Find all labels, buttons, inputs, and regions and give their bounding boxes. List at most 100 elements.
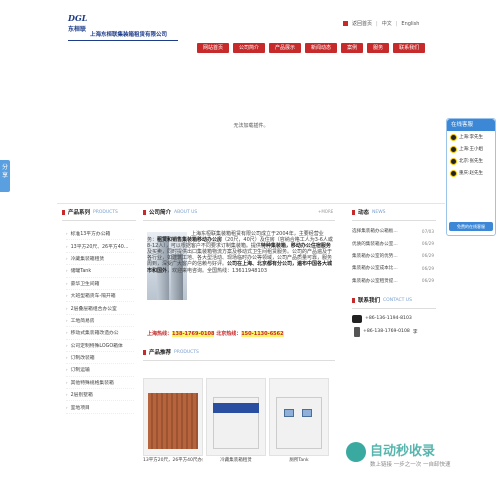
qq-icon (450, 133, 457, 141)
bullet-icon (143, 209, 146, 215)
list-item-label: 豪华卫生间箱 (70, 281, 100, 287)
list-item[interactable]: › 订制改装箱 (66, 352, 134, 365)
hotline-label: 上海热线： (147, 331, 173, 337)
arrow-icon: › (66, 231, 68, 237)
watermark-logo-icon (346, 442, 366, 462)
top-links: 返回首页 | 中文 | English (343, 20, 419, 27)
arrow-icon: › (66, 392, 68, 398)
watermark-subtitle: 数上链接 一步之一次 一自卸快速 (370, 462, 451, 468)
window-shape (302, 409, 312, 417)
service-item[interactable]: 上海:王小姐 (447, 143, 495, 155)
featured-product[interactable]: 13平方20尺，26平方40尺办公箱 (143, 378, 203, 466)
contact-title: 联系我们 (358, 298, 381, 304)
news-item-title: 集装箱办公室成本比... (352, 266, 398, 272)
nav-home[interactable]: 网站首页 (197, 43, 230, 53)
nav-service[interactable]: 服务 (367, 43, 390, 53)
list-item[interactable]: 集装箱办公室成本比... 06/29 (352, 262, 434, 274)
chinese-link[interactable]: 中文 (382, 20, 392, 27)
list-item[interactable]: › 移动式集装箱改造办公 (66, 327, 134, 340)
featured-product[interactable]: 冷藏集装箱租赁 (206, 378, 266, 466)
list-item[interactable]: › 工地简易房 (66, 315, 134, 328)
list-item[interactable]: › 公司定制特殊LOGO箱体 (66, 340, 134, 352)
list-item[interactable]: › 2层别墅箱 (66, 389, 134, 402)
list-item[interactable]: › 其他特殊规格集装箱 (66, 377, 134, 390)
contact-heading: 联系我们 CONTACT US (352, 294, 412, 306)
list-item-label: 其他特殊规格集装箱 (70, 380, 114, 386)
english-link[interactable]: English (401, 21, 419, 27)
about-heading: 公司简介 ABOUT US (143, 206, 197, 218)
watermark-title: 自动秒收录 (370, 444, 436, 459)
featured-product[interactable]: 厕所Tank (269, 378, 329, 466)
list-item[interactable]: › 2层叠层箱组合办公室 (66, 302, 134, 315)
home-link[interactable]: 返回首页 (352, 20, 372, 27)
arrow-icon: › (66, 342, 68, 348)
news-heading: 动态 NEWS (352, 206, 386, 218)
online-service-footer[interactable]: 免费的在线客服 (449, 222, 493, 231)
service-label: 北京:张先生 (459, 159, 484, 164)
arrow-icon: › (66, 255, 68, 261)
list-item[interactable]: 选择集装箱办公箱板... 07/03 (352, 225, 434, 237)
news-title: 动态 (358, 210, 370, 216)
list-item[interactable]: 优质的集装箱办公室... 06/29 (352, 237, 434, 249)
service-item[interactable]: 北京:张先生 (447, 155, 495, 167)
list-item-label: 冷藏集装箱租赁 (70, 256, 105, 262)
nav-about[interactable]: 公司简介 (233, 43, 266, 53)
share-tab[interactable]: 分享 (0, 160, 10, 192)
list-item-label: 2层叠层箱组合办公室 (70, 306, 117, 312)
featured-title: 产品推荐 (149, 350, 172, 356)
nav-contact[interactable]: 联系我们 (393, 43, 426, 53)
list-item[interactable]: › 豪华卫生间箱 (66, 278, 134, 290)
company-logo[interactable]: DGL 东桓联 上海东桓联集装箱租赁有限公司 (68, 14, 180, 44)
arrow-icon: › (66, 317, 68, 323)
list-item-label: 室地项目 (70, 405, 90, 411)
hotline-number: 138-1769-0108 (172, 331, 215, 337)
product-caption: 厕所Tank (289, 458, 309, 463)
news-item-title: 集装箱办公室租赁提... (352, 278, 398, 284)
arrow-icon: › (66, 379, 68, 385)
hotline: 上海热线：138-1769-0108 北京热线：150-1130-6562 (147, 330, 333, 337)
nav-news[interactable]: 新闻动态 (305, 43, 338, 53)
list-item[interactable]: 集装箱办公室租赁提... 06/29 (352, 275, 434, 287)
list-item[interactable]: 集装箱办公室的优势... 06/29 (352, 250, 434, 262)
products-title: 产品系列 (68, 210, 91, 216)
arrow-icon: › (66, 293, 68, 299)
online-service-panel: 在线客服 上海:李先生 上海:王小姐 北京:张先生 重庆:赵先生 免费的在线客服 (446, 118, 496, 236)
arrow-icon: › (66, 280, 68, 286)
qq-icon (450, 145, 457, 153)
list-item[interactable]: › 13平方20尺、26平方40... (66, 240, 134, 253)
service-item[interactable]: 上海:李先生 (447, 131, 495, 143)
list-item[interactable]: › 冷藏集装箱租赁 (66, 253, 134, 266)
logo-underline (68, 40, 178, 41)
contact-name: 李 (412, 329, 418, 335)
list-item[interactable]: › 储罐Tank (66, 265, 134, 278)
nav-products[interactable]: 产品展示 (269, 43, 302, 53)
list-item[interactable]: › 标准13平方办公箱 (66, 228, 134, 241)
arrow-icon: › (66, 355, 68, 361)
products-title-en: PRODUCTS (93, 209, 118, 215)
contact-info: +86-136-1194-8103 +86-138-1769-0108 李 (352, 312, 438, 338)
nav-cases[interactable]: 案例 (341, 43, 364, 53)
list-item[interactable]: › 订制运输 (66, 364, 134, 377)
news-item-date: 06/29 (421, 278, 434, 284)
bullet-icon (352, 209, 355, 215)
watermark: 自动秒收录 数上链接 一步之一次 一自卸快速 (346, 438, 486, 478)
product-caption: 冷藏集装箱租赁 (220, 458, 252, 463)
container-stripe (213, 403, 259, 413)
service-item[interactable]: 重庆:赵先生 (447, 167, 495, 179)
about-more-link[interactable]: +MORE (318, 209, 333, 214)
hotline-number: 150-1130-6562 (241, 331, 284, 337)
contact-title-en: CONTACT US (383, 297, 412, 303)
news-item-title: 选择集装箱办公箱板... (352, 229, 398, 235)
news-item-date: 06/29 (421, 265, 434, 271)
featured-heading: 产品推荐 PRODUCTS (143, 346, 199, 358)
divider: | (395, 20, 398, 27)
product-image (206, 378, 266, 456)
main-nav: 网站首页 公司简介 产品展示 新闻动态 案例 服务 联系我们 (197, 43, 426, 53)
list-item[interactable]: › 室地项目 (66, 401, 134, 414)
container-shape (148, 393, 198, 449)
hotline-label: 北京热线： (216, 331, 242, 337)
list-item[interactable]: › 大班型箱货车-隔开箱 (66, 290, 134, 303)
news-item-date: 06/29 (421, 253, 434, 259)
about-title: 公司简介 (149, 210, 172, 216)
news-item-title: 集装箱办公室的优势... (352, 253, 398, 259)
